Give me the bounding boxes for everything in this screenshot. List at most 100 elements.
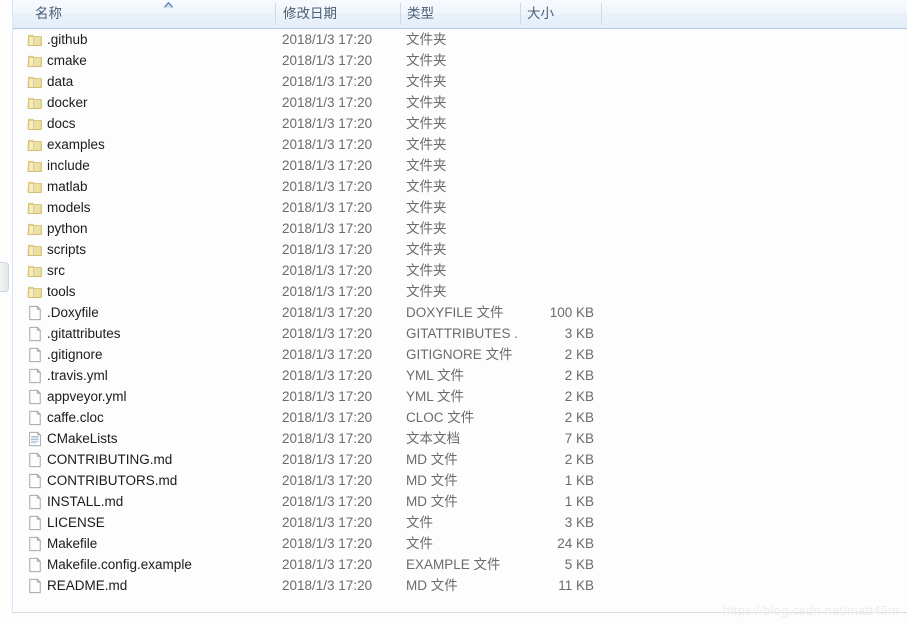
file-size-cell: 7 KB (564, 431, 594, 446)
file-list: .github 2018/1/3 17:20 文件夹 cmake 2018/1/3 17… (13, 29, 907, 612)
sort-ascending-icon (163, 1, 174, 8)
file-date-cell: 2018/1/3 17:20 (282, 515, 373, 530)
generic-file-icon (27, 515, 43, 531)
folder-icon (27, 242, 43, 258)
file-type-cell: 文件夹 (406, 200, 447, 215)
table-row[interactable]: cmake 2018/1/3 17:20 文件夹 (13, 50, 907, 71)
generic-file-icon (27, 578, 43, 594)
table-row[interactable]: .travis.yml 2018/1/3 17:20 YML 文件 2 KB (13, 365, 907, 386)
file-date-cell: 2018/1/3 17:20 (282, 305, 373, 320)
table-row[interactable]: scripts 2018/1/3 17:20 文件夹 (13, 239, 907, 260)
file-date-cell: 2018/1/3 17:20 (282, 116, 373, 131)
file-date-cell: 2018/1/3 17:20 (282, 494, 373, 509)
file-size-cell (508, 176, 594, 197)
file-type-cell: GITATTRIBUTES ... (406, 326, 518, 341)
file-date-cell: 2018/1/3 17:20 (282, 74, 373, 89)
table-row[interactable]: CMakeLists 2018/1/3 17:20 文本文档 7 KB (13, 428, 907, 449)
table-row[interactable]: docs 2018/1/3 17:20 文件夹 (13, 113, 907, 134)
table-row[interactable]: LICENSE 2018/1/3 17:20 文件 3 KB (13, 512, 907, 533)
file-name-cell: INSTALL.md (47, 494, 124, 509)
folder-icon (27, 263, 43, 279)
file-name-cell: .gitignore (47, 347, 103, 362)
generic-file-icon (27, 410, 43, 426)
table-row[interactable]: README.md 2018/1/3 17:20 MD 文件 11 KB (13, 575, 907, 596)
generic-file-icon (27, 347, 43, 363)
table-row[interactable]: examples 2018/1/3 17:20 文件夹 (13, 134, 907, 155)
file-date-cell: 2018/1/3 17:20 (282, 326, 373, 341)
file-name-cell: scripts (47, 242, 87, 257)
file-size-cell (508, 92, 594, 113)
folder-icon (27, 95, 43, 111)
column-divider-size-end[interactable] (601, 3, 602, 25)
file-type-cell: 文件夹 (406, 32, 447, 47)
file-size-cell (508, 113, 594, 134)
file-type-cell: 文件夹 (406, 95, 447, 110)
table-row[interactable]: INSTALL.md 2018/1/3 17:20 MD 文件 1 KB (13, 491, 907, 512)
file-type-cell: 文件 (406, 515, 433, 530)
table-row[interactable]: CONTRIBUTING.md 2018/1/3 17:20 MD 文件 2 KB (13, 449, 907, 470)
file-type-cell: EXAMPLE 文件 (406, 557, 501, 572)
file-date-cell: 2018/1/3 17:20 (282, 389, 373, 404)
file-name-cell: appveyor.yml (47, 389, 127, 404)
column-divider-date-type[interactable] (400, 3, 401, 25)
file-name-cell: cmake (47, 53, 87, 68)
folder-icon (27, 32, 43, 48)
file-size-cell: 2 KB (564, 389, 594, 404)
file-size-cell (508, 29, 594, 50)
table-row[interactable]: data 2018/1/3 17:20 文件夹 (13, 71, 907, 92)
column-divider-name-date[interactable] (275, 3, 276, 25)
file-size-cell (508, 134, 594, 155)
column-header-date[interactable]: 修改日期 (283, 0, 405, 28)
file-size-cell: 2 KB (564, 347, 594, 362)
column-header-name[interactable]: 名称 (35, 0, 160, 28)
file-size-cell: 3 KB (564, 515, 594, 530)
file-date-cell: 2018/1/3 17:20 (282, 158, 373, 173)
file-name-cell: README.md (47, 578, 128, 593)
column-divider-type-size[interactable] (520, 3, 521, 25)
generic-file-icon (27, 536, 43, 552)
file-name-cell: python (47, 221, 88, 236)
nav-pane-splitter-handle[interactable] (0, 262, 9, 292)
table-row[interactable]: CONTRIBUTORS.md 2018/1/3 17:20 MD 文件 1 KB (13, 470, 907, 491)
file-type-cell: YML 文件 (406, 389, 465, 404)
file-name-cell: matlab (47, 179, 88, 194)
file-size-cell: 2 KB (564, 452, 594, 467)
table-row[interactable]: tools 2018/1/3 17:20 文件夹 (13, 281, 907, 302)
table-row[interactable]: models 2018/1/3 17:20 文件夹 (13, 197, 907, 218)
table-row[interactable]: python 2018/1/3 17:20 文件夹 (13, 218, 907, 239)
table-row[interactable]: src 2018/1/3 17:20 文件夹 (13, 260, 907, 281)
table-row[interactable]: include 2018/1/3 17:20 文件夹 (13, 155, 907, 176)
table-row[interactable]: matlab 2018/1/3 17:20 文件夹 (13, 176, 907, 197)
table-row[interactable]: docker 2018/1/3 17:20 文件夹 (13, 92, 907, 113)
generic-file-icon (27, 389, 43, 405)
file-date-cell: 2018/1/3 17:20 (282, 284, 373, 299)
file-name-cell: Makefile (47, 536, 98, 551)
file-type-cell: 文件夹 (406, 284, 447, 299)
file-date-cell: 2018/1/3 17:20 (282, 53, 373, 68)
table-row[interactable]: .Doxyfile 2018/1/3 17:20 DOXYFILE 文件 100 KB (13, 302, 907, 323)
folder-icon (27, 116, 43, 132)
file-name-cell: tools (47, 284, 76, 299)
file-type-cell: 文件夹 (406, 242, 447, 257)
table-row[interactable]: Makefile 2018/1/3 17:20 文件 24 KB (13, 533, 907, 554)
file-size-cell: 100 KB (549, 305, 594, 320)
file-size-cell: 3 KB (564, 326, 594, 341)
column-header-type[interactable]: 类型 (407, 0, 517, 28)
file-size-cell (508, 50, 594, 71)
file-type-cell: MD 文件 (406, 578, 458, 593)
generic-file-icon (27, 326, 43, 342)
table-row[interactable]: caffe.cloc 2018/1/3 17:20 CLOC 文件 2 KB (13, 407, 907, 428)
table-row[interactable]: .gitattributes 2018/1/3 17:20 GITATTRIBUTE… (13, 323, 907, 344)
file-name-cell: models (47, 200, 91, 215)
file-date-cell: 2018/1/3 17:20 (282, 347, 373, 362)
table-row[interactable]: .gitignore 2018/1/3 17:20 GITIGNORE 文件 2 KB (13, 344, 907, 365)
table-row[interactable]: Makefile.config.example 2018/1/3 17:20 EXA… (13, 554, 907, 575)
generic-file-icon (27, 452, 43, 468)
table-row[interactable]: .github 2018/1/3 17:20 文件夹 (13, 29, 907, 50)
file-name-cell: caffe.cloc (47, 410, 104, 425)
table-row[interactable]: appveyor.yml 2018/1/3 17:20 YML 文件 2 KB (13, 386, 907, 407)
file-type-cell: 文件夹 (406, 221, 447, 236)
file-date-cell: 2018/1/3 17:20 (282, 32, 373, 47)
column-header-size[interactable]: 大小 (527, 0, 607, 28)
file-date-cell: 2018/1/3 17:20 (282, 137, 373, 152)
